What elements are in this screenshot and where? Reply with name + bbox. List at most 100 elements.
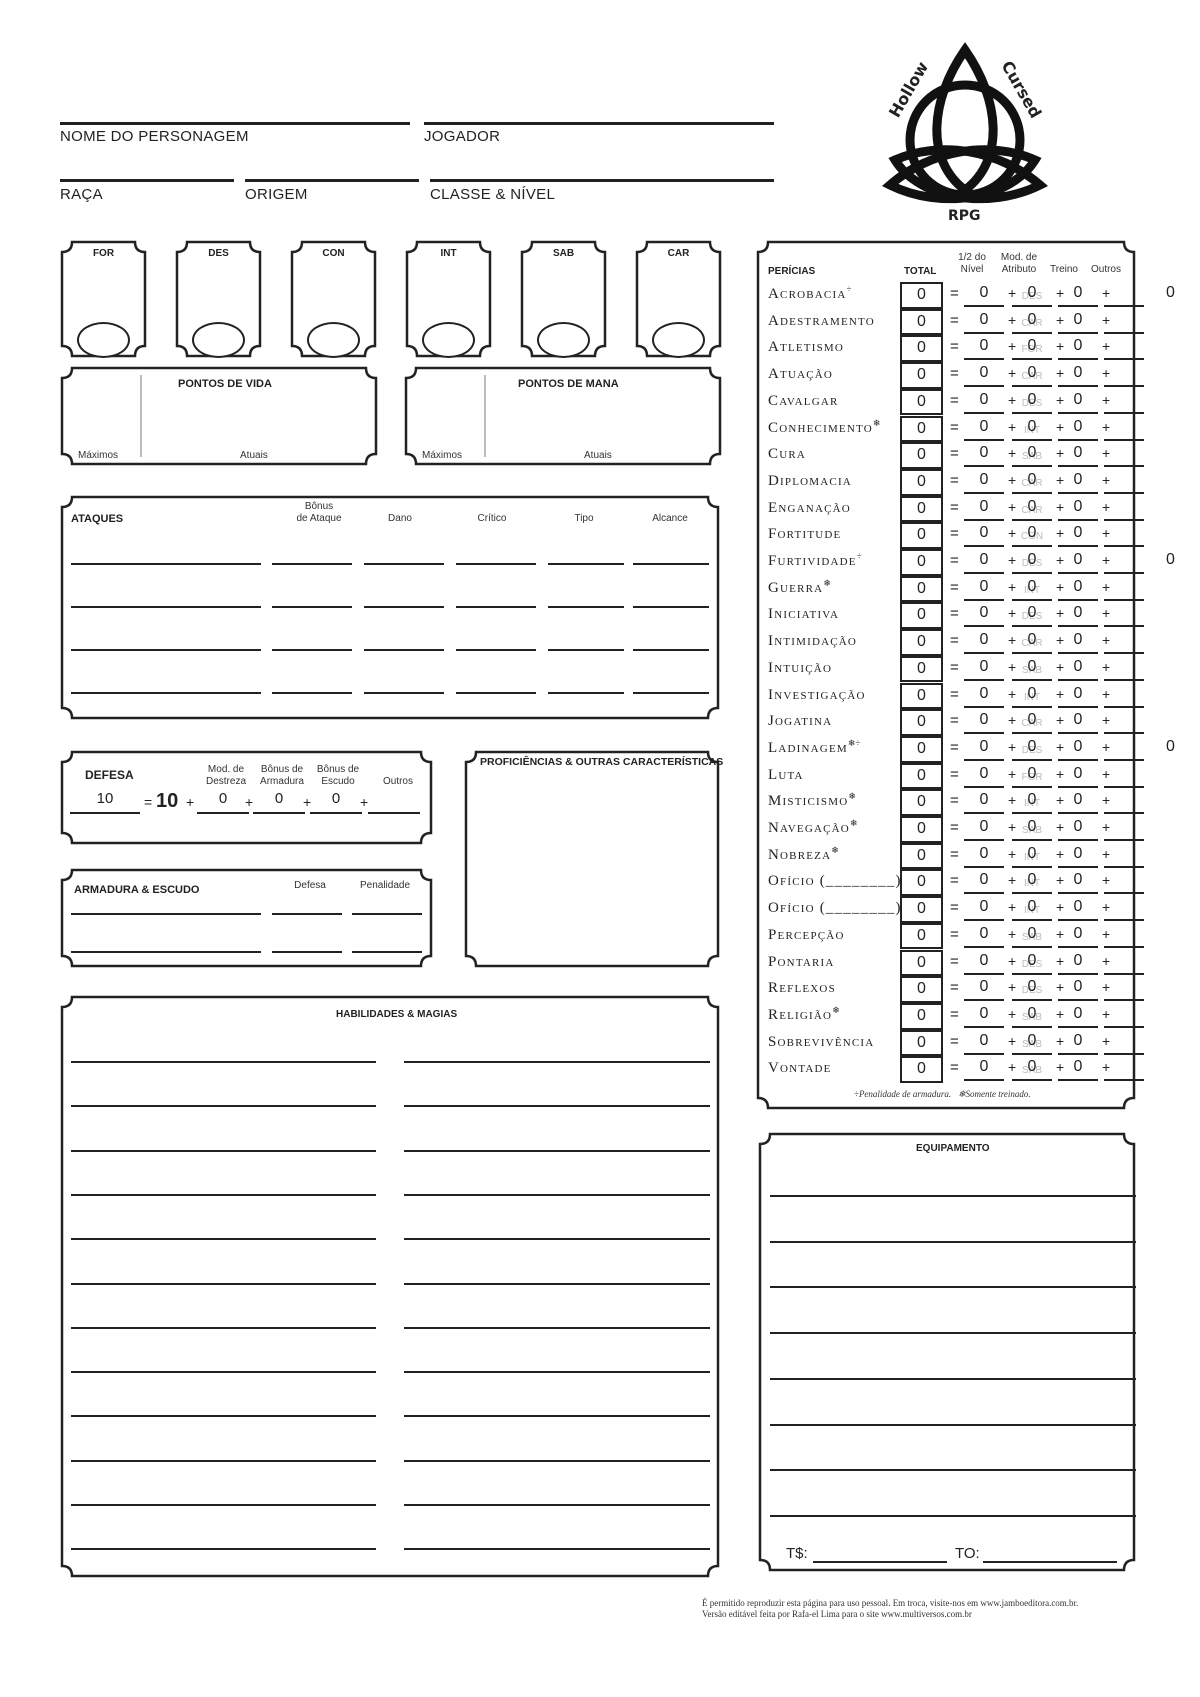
ability-field-right[interactable] bbox=[404, 1548, 710, 1551]
ability-field-right[interactable] bbox=[404, 1105, 710, 1108]
attribute-modifier-oval[interactable] bbox=[77, 322, 130, 358]
race-field[interactable] bbox=[60, 179, 234, 182]
skill-training[interactable]: 0 bbox=[1058, 602, 1098, 628]
skill-other[interactable] bbox=[1104, 389, 1144, 414]
skill-training[interactable]: 0 bbox=[1058, 282, 1098, 307]
proficiencies-textarea[interactable] bbox=[472, 774, 712, 960]
skill-other[interactable] bbox=[1104, 629, 1144, 655]
skill-total[interactable]: 0 bbox=[900, 549, 943, 576]
attribute-score-input[interactable] bbox=[415, 266, 482, 316]
skill-attr-mod[interactable]: 0 bbox=[1012, 496, 1052, 521]
attack-type-field[interactable] bbox=[548, 692, 624, 694]
skill-total[interactable]: 0 bbox=[900, 468, 943, 496]
player-field[interactable] bbox=[424, 122, 774, 125]
skill-half-level[interactable]: 0 bbox=[964, 683, 1004, 708]
skill-half-level[interactable]: 0 bbox=[964, 576, 1004, 601]
ability-field-right[interactable] bbox=[404, 1415, 710, 1418]
skill-total[interactable]: 0 bbox=[900, 976, 943, 1003]
skill-attr-mod[interactable]: 0 bbox=[1012, 896, 1052, 922]
skill-half-level[interactable]: 0 bbox=[964, 656, 1004, 681]
armor-penalty-field-1[interactable] bbox=[352, 913, 422, 915]
attack-bonus-field[interactable] bbox=[272, 692, 352, 694]
skill-other[interactable] bbox=[1104, 416, 1144, 441]
skill-training[interactable]: 0 bbox=[1058, 843, 1098, 868]
equipment-field[interactable] bbox=[770, 1332, 1136, 1335]
ability-field-right[interactable] bbox=[404, 1371, 710, 1374]
skill-total[interactable]: 0 bbox=[900, 415, 943, 443]
skill-total[interactable]: 0 bbox=[900, 1002, 943, 1030]
skill-training[interactable]: 0 bbox=[1058, 1056, 1098, 1082]
skill-half-level[interactable]: 0 bbox=[964, 442, 1004, 468]
skill-attr-mod[interactable]: 0 bbox=[1012, 709, 1052, 735]
skill-training[interactable]: 0 bbox=[1058, 923, 1098, 948]
skill-other[interactable] bbox=[1104, 950, 1144, 975]
skill-half-level[interactable]: 0 bbox=[964, 522, 1004, 548]
skill-half-level[interactable]: 0 bbox=[964, 629, 1004, 655]
attack-type-field[interactable] bbox=[548, 563, 624, 565]
skill-total[interactable]: 0 bbox=[900, 495, 943, 523]
skill-attr-mod[interactable]: 0 bbox=[1012, 549, 1052, 574]
skill-half-level[interactable]: 0 bbox=[964, 469, 1004, 494]
skill-other[interactable] bbox=[1104, 469, 1144, 494]
skill-other[interactable] bbox=[1104, 1030, 1144, 1055]
ability-field-right[interactable] bbox=[404, 1282, 710, 1285]
skill-other[interactable] bbox=[1104, 869, 1144, 895]
skill-total[interactable]: 0 bbox=[900, 762, 943, 790]
skill-training[interactable]: 0 bbox=[1058, 362, 1098, 388]
mp-max-input[interactable] bbox=[410, 396, 480, 446]
skill-training[interactable]: 0 bbox=[1058, 763, 1098, 788]
skill-attr-mod[interactable]: 0 bbox=[1012, 789, 1052, 815]
skill-other[interactable] bbox=[1104, 656, 1144, 681]
skill-half-level[interactable]: 0 bbox=[964, 496, 1004, 521]
character-name-field[interactable] bbox=[60, 122, 410, 125]
armor-defense-field-1[interactable] bbox=[272, 913, 342, 915]
attack-range-field[interactable] bbox=[633, 649, 709, 651]
skill-half-level[interactable]: 0 bbox=[964, 789, 1004, 815]
skill-total[interactable]: 0 bbox=[900, 1056, 943, 1083]
skill-attr-mod[interactable]: 0 bbox=[1012, 629, 1052, 655]
attack-type-field[interactable] bbox=[548, 606, 624, 608]
skill-attr-mod[interactable]: 0 bbox=[1012, 950, 1052, 975]
skill-half-level[interactable]: 0 bbox=[964, 816, 1004, 841]
skill-other[interactable] bbox=[1104, 442, 1144, 468]
skill-total[interactable]: 0 bbox=[900, 362, 943, 389]
skill-attr-mod[interactable]: 0 bbox=[1012, 843, 1052, 868]
skill-training[interactable]: 0 bbox=[1058, 549, 1098, 574]
ability-field-left[interactable] bbox=[71, 1415, 376, 1418]
ability-field-left[interactable] bbox=[71, 1459, 376, 1462]
attack-range-field[interactable] bbox=[633, 563, 709, 565]
skill-total[interactable]: 0 bbox=[900, 896, 943, 923]
attack-critical-field[interactable] bbox=[456, 692, 536, 694]
skill-half-level[interactable]: 0 bbox=[964, 1030, 1004, 1055]
armor-penalty-value[interactable]: 0 bbox=[1166, 284, 1175, 302]
attack-range-field[interactable] bbox=[633, 606, 709, 608]
skill-other[interactable] bbox=[1104, 1003, 1144, 1028]
skill-total[interactable]: 0 bbox=[900, 308, 943, 336]
skill-training[interactable]: 0 bbox=[1058, 522, 1098, 548]
skill-other[interactable] bbox=[1104, 789, 1144, 815]
hp-current-input[interactable] bbox=[150, 396, 370, 446]
attack-name-field[interactable] bbox=[71, 606, 261, 608]
ability-field-left[interactable] bbox=[71, 1326, 376, 1329]
skill-half-level[interactable]: 0 bbox=[964, 923, 1004, 948]
armor-penalty-field-2[interactable] bbox=[352, 951, 422, 953]
skill-training[interactable]: 0 bbox=[1058, 789, 1098, 815]
skill-total[interactable]: 0 bbox=[900, 842, 943, 870]
attack-critical-field[interactable] bbox=[456, 606, 536, 608]
skill-half-level[interactable]: 0 bbox=[964, 602, 1004, 628]
attack-damage-field[interactable] bbox=[364, 563, 444, 565]
skill-training[interactable]: 0 bbox=[1058, 896, 1098, 922]
skill-attr-mod[interactable]: 0 bbox=[1012, 602, 1052, 628]
attack-name-field[interactable] bbox=[71, 692, 261, 694]
skill-other[interactable] bbox=[1104, 843, 1144, 868]
skill-half-level[interactable]: 0 bbox=[964, 362, 1004, 388]
class-level-field[interactable] bbox=[430, 179, 774, 182]
skill-attr-mod[interactable]: 0 bbox=[1012, 442, 1052, 468]
money-field[interactable] bbox=[813, 1561, 947, 1563]
skill-total[interactable]: 0 bbox=[900, 816, 943, 843]
skill-attr-mod[interactable]: 0 bbox=[1012, 335, 1052, 361]
skill-total[interactable]: 0 bbox=[900, 575, 943, 603]
skill-attr-mod[interactable]: 0 bbox=[1012, 763, 1052, 788]
ability-field-left[interactable] bbox=[71, 1282, 376, 1285]
skill-other[interactable] bbox=[1104, 976, 1144, 1002]
